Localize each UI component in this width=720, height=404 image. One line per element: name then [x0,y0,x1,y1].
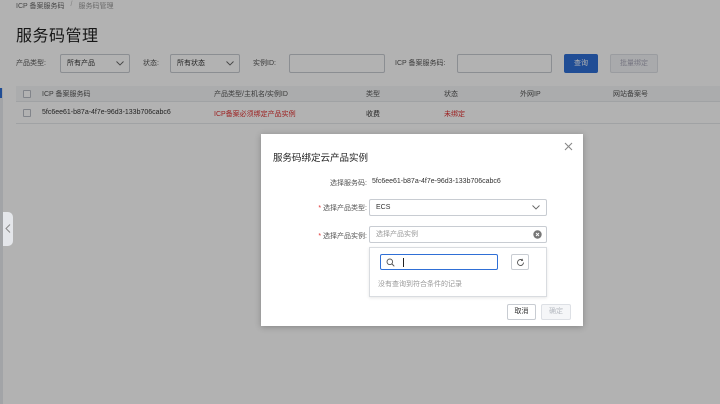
select-code-value: 5fc6ee61-b87a-4f7e-96d3-133b706cabc6 [372,178,501,185]
required-mark: * [318,233,322,240]
refresh-icon [517,258,524,266]
select-instance-label: * 选择产品实例: [318,231,367,241]
instance-select-placeholder: 选择产品实例 [376,231,418,238]
select-product-type-label-text: 选择产品类型: [323,205,367,212]
chevron-left-icon [5,224,11,233]
refresh-button[interactable] [511,254,529,270]
instance-dropdown: 没有查询到符合条件的记录 [369,247,547,297]
sidebar-collapse-handle[interactable] [3,212,13,246]
search-icon [386,258,395,267]
close-icon[interactable] [563,141,574,152]
select-instance-label-text: 选择产品实例: [323,233,367,240]
empty-result-text: 没有查询到符合条件的记录 [378,281,462,288]
text-cursor [403,258,404,267]
confirm-button[interactable]: 确定 [541,304,571,320]
instance-select[interactable]: 选择产品实例 [369,226,547,243]
cancel-button[interactable]: 取消 [507,304,536,320]
instance-search-input[interactable] [380,254,498,270]
required-mark: * [318,205,322,212]
dialog-title: 服务码绑定云产品实例 [273,153,369,164]
select-product-type-label: * 选择产品类型: [318,203,367,213]
clear-icon[interactable] [533,230,542,239]
bind-instance-dialog: 服务码绑定云产品实例 选择服务码: 5fc6ee61-b87a-4f7e-96d… [261,134,583,326]
chevron-down-icon [532,205,540,210]
select-code-label: 选择服务码: [330,180,367,187]
product-type-select[interactable]: ECS [369,199,547,216]
product-type-select-value: ECS [376,204,391,211]
